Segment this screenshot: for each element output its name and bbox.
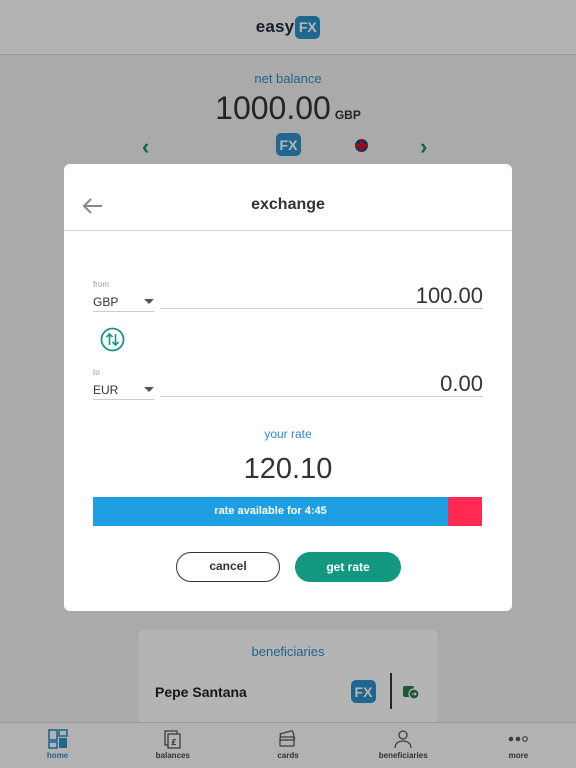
from-label: from (93, 280, 109, 289)
dialog-header: exchange (64, 164, 512, 231)
rate-value: 120.10 (243, 453, 333, 485)
chevron-down-icon (144, 387, 154, 392)
get-rate-button[interactable]: get rate (295, 552, 401, 582)
to-label: to (93, 368, 100, 377)
rate-timer-bar: rate available for 4:45 (93, 497, 482, 526)
swap-currencies-icon[interactable] (100, 327, 125, 352)
to-currency-select[interactable]: EUR (93, 380, 154, 400)
from-currency-value: GBP (93, 294, 119, 309)
from-currency-select[interactable]: GBP (93, 292, 154, 312)
your-rate-label: your rate (264, 427, 312, 441)
rate-timer-text: rate available for 4:45 (214, 505, 327, 517)
dialog-title: exchange (251, 196, 325, 213)
to-amount-input[interactable]: 0.00 (160, 373, 483, 397)
to-currency-value: EUR (93, 382, 119, 397)
exchange-dialog: exchange from GBP 100.00 to EUR 0.00 you… (64, 164, 512, 611)
cancel-button[interactable]: cancel (176, 552, 280, 582)
from-amount-input[interactable]: 100.00 (160, 285, 483, 309)
chevron-down-icon (144, 299, 154, 304)
